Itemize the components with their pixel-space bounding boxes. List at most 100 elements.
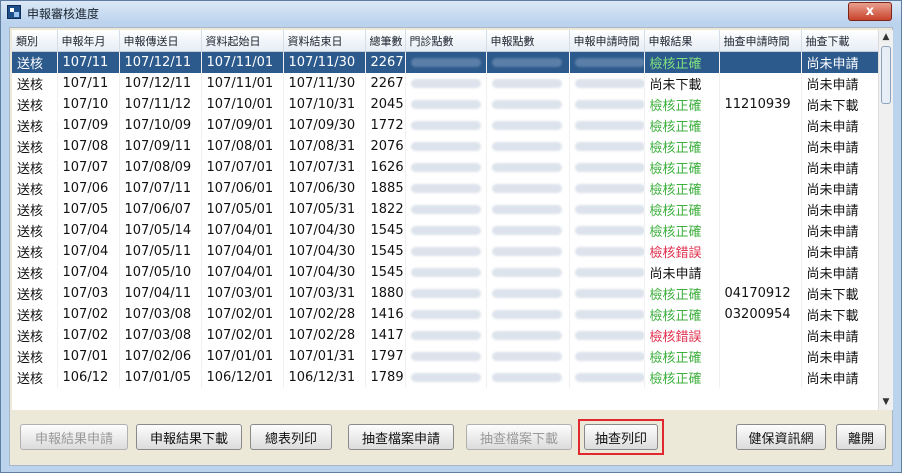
table-row[interactable]: 送核 107/03 107/04/11 107/03/01 107/03/31 1880 檢…: [12, 283, 878, 304]
table-cell: 107/02: [57, 304, 120, 325]
table-cell: 107/10/01: [201, 94, 284, 115]
table-cell: 107/05/14: [119, 220, 202, 241]
table-cell: 檢核正確: [644, 51, 720, 73]
table-cell: 1417: [365, 325, 406, 346]
table-cell: 1545: [365, 220, 406, 241]
redacted-value: [574, 247, 643, 256]
table-row[interactable]: 送核 107/11 107/12/11 107/11/01 107/11/30 2267 檢…: [12, 51, 878, 73]
table-row[interactable]: 送核 107/02 107/03/08 107/02/01 107/02/28 1416 檢…: [12, 304, 878, 325]
table-cell: 107/04/01: [201, 241, 284, 262]
table-cell: 尚未申請: [801, 51, 878, 73]
print-summary-button[interactable]: 總表列印: [250, 424, 332, 450]
download-report-result-button[interactable]: 申報結果下載: [136, 424, 242, 450]
table-row[interactable]: 送核 106/12 107/01/05 106/12/01 106/12/31 1789 檢…: [12, 367, 878, 388]
table-cell: [569, 304, 645, 325]
column-header[interactable]: 類別: [12, 30, 58, 52]
column-header[interactable]: 申報年月: [57, 30, 120, 52]
table-row[interactable]: 送核 107/05 107/06/07 107/05/01 107/05/31 1822 檢…: [12, 199, 878, 220]
redacted-value: [574, 58, 643, 67]
table-cell: [486, 199, 570, 220]
redacted-value: [410, 310, 481, 319]
table-cell: 107/06/07: [119, 199, 202, 220]
download-audit-file-button[interactable]: 抽查檔案下載: [466, 424, 572, 450]
table-cell: 尚未下載: [801, 304, 878, 325]
table-cell: [569, 283, 645, 304]
column-header[interactable]: 資料起始日: [201, 30, 284, 52]
redacted-value: [574, 79, 643, 88]
table-cell: 尚未申請: [801, 220, 878, 241]
table-cell: 檢核錯誤: [644, 241, 720, 262]
table-cell: [569, 115, 645, 136]
redacted-value: [410, 352, 481, 361]
column-header[interactable]: 申報傳送日: [119, 30, 202, 52]
table-row[interactable]: 送核 107/07 107/08/09 107/07/01 107/07/31 1626 檢…: [12, 157, 878, 178]
table-row[interactable]: 送核 107/04 107/05/10 107/04/01 107/04/30 1545 尚…: [12, 262, 878, 283]
table-cell: [569, 325, 645, 346]
table-row[interactable]: 送核 107/11 107/12/11 107/11/01 107/11/30 2267 尚…: [12, 73, 878, 94]
table-cell: [569, 51, 645, 73]
table-cell: [486, 283, 570, 304]
apply-report-result-button[interactable]: 申報結果申請: [20, 424, 128, 450]
table-cell: 2045: [365, 94, 406, 115]
nhi-network-button[interactable]: 健保資訊網: [736, 424, 826, 450]
table-cell: 檢核正確: [644, 346, 720, 367]
redacted-value: [574, 163, 643, 172]
column-header[interactable]: 抽查申請時間: [719, 30, 802, 52]
table-cell: 03200954: [719, 304, 802, 325]
table-row[interactable]: 送核 107/06 107/07/11 107/06/01 107/06/30 1885 檢…: [12, 178, 878, 199]
table-cell: 檢核正確: [644, 283, 720, 304]
table-row[interactable]: 送核 107/09 107/10/09 107/09/01 107/09/30 1772 檢…: [12, 115, 878, 136]
redacted-value: [410, 331, 481, 340]
table-cell: [405, 346, 487, 367]
table-row[interactable]: 送核 107/02 107/03/08 107/02/01 107/02/28 1417 檢…: [12, 325, 878, 346]
table-cell: 送核: [12, 241, 58, 262]
table-cell: 107/04/30: [283, 241, 366, 262]
scroll-thumb[interactable]: [881, 46, 891, 104]
table-cell: 107/05: [57, 199, 120, 220]
apply-audit-file-button[interactable]: 抽查檔案申請: [348, 424, 454, 450]
report-progress-grid: 類別 申報年月 申報傳送日 資料起始日 資料結束日 總筆數 門診點數 申報點數 申報申請時間 申報…: [12, 30, 878, 410]
table-row[interactable]: 送核 107/04 107/05/14 107/04/01 107/04/30 1545 檢…: [12, 220, 878, 241]
table-cell: 2267: [365, 51, 406, 73]
exit-button[interactable]: 離開: [836, 424, 886, 450]
table-cell: [405, 73, 487, 94]
column-header[interactable]: 申報申請時間: [569, 30, 645, 52]
table-cell: [719, 220, 802, 241]
table-cell: 檢核正確: [644, 304, 720, 325]
vertical-scrollbar[interactable]: ▲ ▼: [878, 30, 893, 410]
scroll-up-icon[interactable]: ▲: [879, 30, 893, 45]
title-bar[interactable]: 申報審核進度 x: [1, 1, 901, 23]
table-cell: 尚未申請: [801, 115, 878, 136]
table-cell: [486, 136, 570, 157]
column-header[interactable]: 抽查下載: [801, 30, 878, 52]
table-row[interactable]: 送核 107/10 107/11/12 107/10/01 107/10/31 2045 檢…: [12, 94, 878, 115]
table-row[interactable]: 送核 107/01 107/02/06 107/01/01 107/01/31 1797 檢…: [12, 346, 878, 367]
column-header[interactable]: 總筆數: [365, 30, 406, 52]
table-cell: 送核: [12, 157, 58, 178]
redacted-value: [491, 226, 562, 235]
table-cell: 107/03/01: [201, 283, 284, 304]
redacted-value: [491, 79, 562, 88]
table-row[interactable]: 送核 107/08 107/09/11 107/08/01 107/08/31 2076 檢…: [12, 136, 878, 157]
print-audit-button[interactable]: 抽查列印: [584, 424, 658, 450]
close-button[interactable]: x: [848, 2, 892, 21]
redacted-value: [574, 310, 643, 319]
redacted-value: [410, 100, 481, 109]
table-cell: [486, 157, 570, 178]
table-cell: 107/09/30: [283, 115, 366, 136]
table-header-row: 類別 申報年月 申報傳送日 資料起始日 資料結束日 總筆數 門診點數 申報點數 申報申請時間 申報…: [12, 30, 878, 52]
table-row[interactable]: 送核 107/04 107/05/11 107/04/01 107/04/30 1545 檢…: [12, 241, 878, 262]
table-cell: 107/03/08: [119, 304, 202, 325]
column-header[interactable]: 資料結束日: [283, 30, 366, 52]
scroll-down-icon[interactable]: ▼: [879, 395, 893, 410]
column-header[interactable]: 門診點數: [405, 30, 487, 52]
table-cell: 107/04/01: [201, 220, 284, 241]
table-cell: [486, 73, 570, 94]
column-header[interactable]: 申報點數: [486, 30, 570, 52]
column-header[interactable]: 申報結果: [644, 30, 720, 52]
table-cell: 107/11/01: [201, 73, 284, 94]
redacted-value: [491, 205, 562, 214]
table-cell: [405, 283, 487, 304]
table-cell: 107/10/09: [119, 115, 202, 136]
table-cell: [569, 367, 645, 388]
